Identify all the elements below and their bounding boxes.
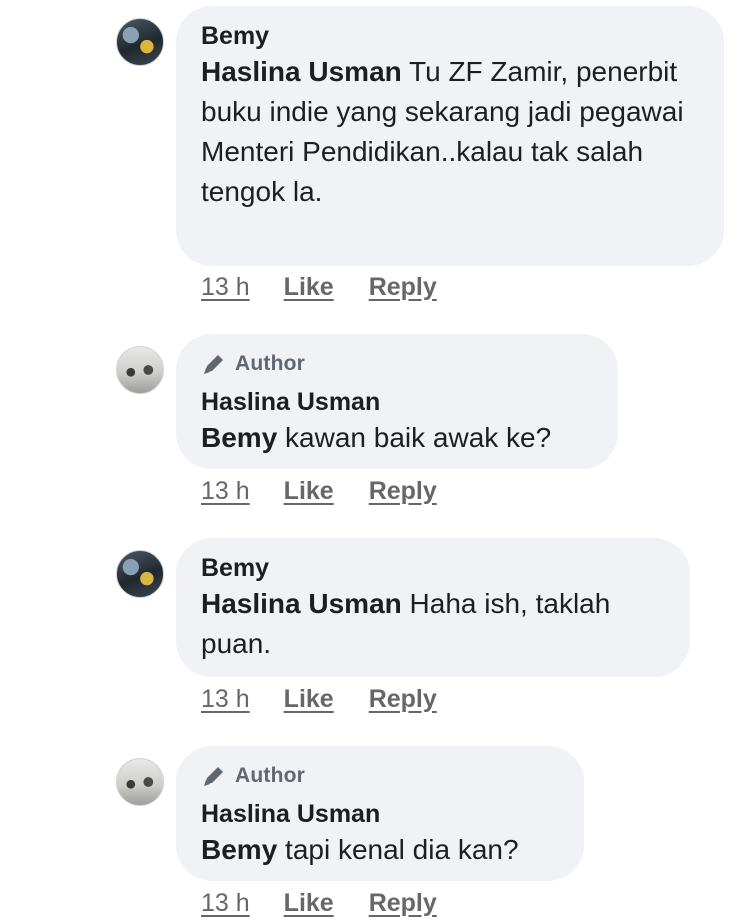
timestamp-link[interactable]: 13 h (201, 889, 250, 918)
comment-author[interactable]: Bemy (201, 20, 700, 52)
pencil-icon (201, 764, 227, 788)
timestamp-link[interactable]: 13 h (201, 273, 250, 302)
timestamp-link[interactable]: 13 h (201, 477, 250, 506)
like-button[interactable]: Like (284, 273, 334, 302)
pencil-icon (201, 352, 227, 376)
badge-label: Author (235, 764, 306, 787)
comment-bubble: Bemy Haslina Usman Haha ish, taklah puan… (176, 538, 690, 677)
comment-author[interactable]: Haslina Usman (201, 386, 594, 418)
like-button[interactable]: Like (284, 477, 334, 506)
comment-bubble: Author Haslina Usman Bemy tapi kenal dia… (176, 746, 584, 881)
avatar[interactable] (116, 18, 164, 66)
like-button[interactable]: Like (284, 685, 334, 714)
comment-text: Bemy tapi kenal dia kan? (201, 830, 560, 870)
badge-label: Author (235, 352, 306, 375)
reply-button[interactable]: Reply (369, 685, 437, 714)
reply-button[interactable]: Reply (369, 273, 437, 302)
timestamp-link[interactable]: 13 h (201, 685, 250, 714)
avatar[interactable] (116, 346, 164, 394)
comment-body: tapi kenal dia kan? (277, 834, 519, 865)
avatar[interactable] (116, 758, 164, 806)
comment-bubble: Author Haslina Usman Bemy kawan baik awa… (176, 334, 618, 469)
avatar[interactable] (116, 550, 164, 598)
comment-text: Bemy kawan baik awak ke? (201, 418, 594, 458)
comment-author[interactable]: Bemy (201, 552, 666, 584)
comment-actions: 13 h Like Reply (201, 886, 437, 920)
reply-button[interactable]: Reply (369, 477, 437, 506)
mention[interactable]: Haslina Usman (201, 56, 402, 87)
author-badge: Author (201, 350, 594, 378)
comment-actions: 13 h Like Reply (201, 682, 437, 716)
mention[interactable]: Bemy (201, 834, 277, 865)
comment-actions: 13 h Like Reply (201, 474, 437, 508)
author-badge: Author (201, 762, 560, 790)
like-button[interactable]: Like (284, 889, 334, 918)
comment-bubble: Bemy Haslina Usman Tu ZF Zamir, penerbit… (176, 6, 724, 266)
comment-author[interactable]: Haslina Usman (201, 798, 560, 830)
mention[interactable]: Bemy (201, 422, 277, 453)
comment-text: Haslina Usman Tu ZF Zamir, penerbit buku… (201, 52, 700, 212)
comment-body: kawan baik awak ke? (277, 422, 552, 453)
comment-text: Haslina Usman Haha ish, taklah puan. (201, 584, 666, 664)
mention[interactable]: Haslina Usman (201, 588, 402, 619)
reply-button[interactable]: Reply (369, 889, 437, 918)
comment-actions: 13 h Like Reply (201, 270, 437, 304)
